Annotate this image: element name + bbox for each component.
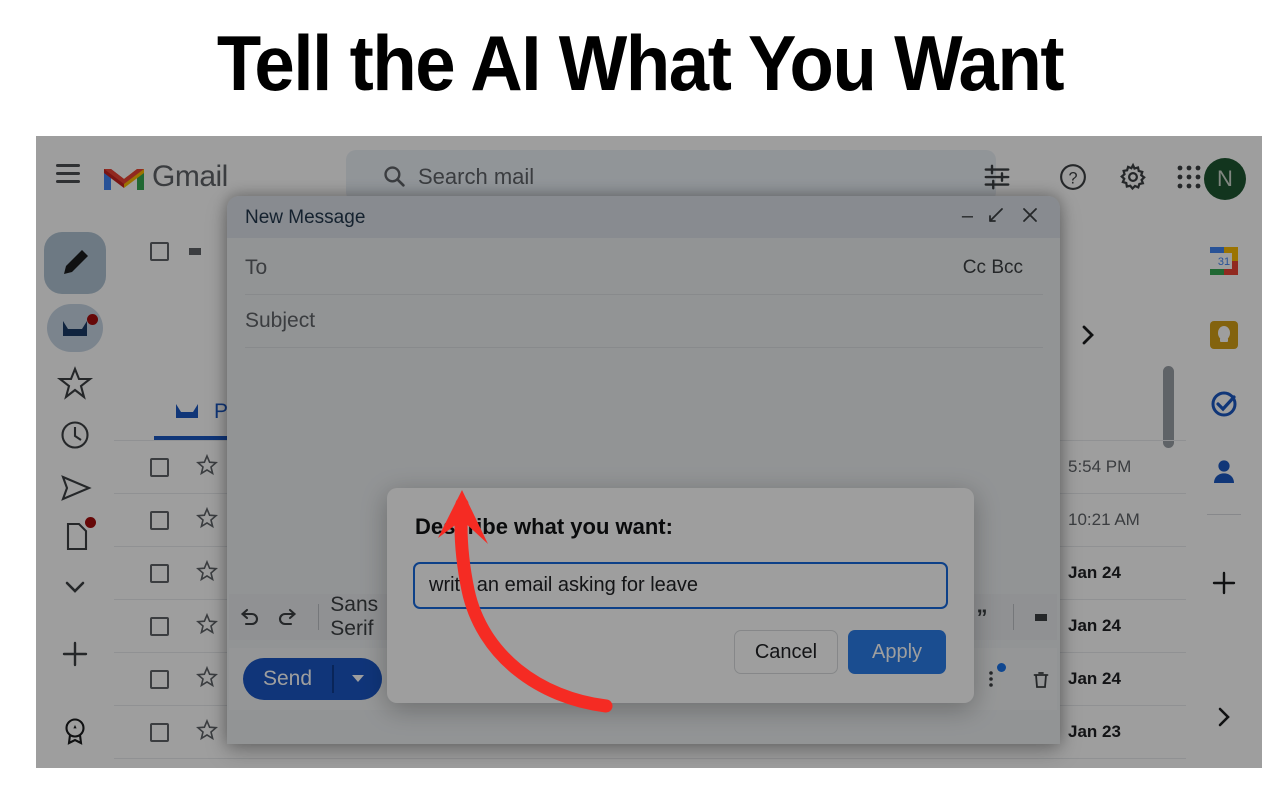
sidebar-item-manage-labels[interactable]	[44, 706, 106, 754]
send-options-chevron-down-icon[interactable]	[334, 670, 382, 688]
sidebar-item-snoozed[interactable]	[44, 410, 106, 458]
get-addons-plus-icon[interactable]	[1207, 566, 1241, 600]
left-nav-rail	[36, 214, 114, 768]
google-keep-icon[interactable]	[1207, 318, 1241, 352]
divider	[1207, 514, 1241, 515]
sidebar-item-starred[interactable]	[44, 357, 106, 405]
drafts-unread-dot	[85, 517, 96, 528]
calendar-day-label: 31	[1218, 256, 1230, 268]
apply-button[interactable]: Apply	[848, 630, 946, 674]
row-time: Jan 24	[1068, 563, 1121, 582]
help-icon[interactable]: ?	[1058, 162, 1088, 197]
cc-button[interactable]: Cc	[963, 257, 986, 278]
avatar[interactable]: N	[1204, 158, 1246, 200]
undo-icon[interactable]	[229, 594, 268, 640]
row-checkbox[interactable]	[150, 457, 169, 477]
row-checkbox[interactable]	[150, 722, 169, 742]
chevron-right-icon[interactable]	[1076, 322, 1098, 353]
gmail-screenshot: Gmail Search mail ? N 5:54 PM 10:21 AM J…	[36, 136, 1262, 768]
row-time: 10:21 AM	[1068, 510, 1140, 529]
more-options-badge	[997, 663, 1007, 672]
send-button[interactable]: Send	[243, 658, 382, 700]
star-icon[interactable]	[195, 559, 219, 588]
star-icon[interactable]	[195, 453, 219, 482]
list-scrollbar-thumb[interactable]	[1163, 366, 1174, 448]
to-label: To	[245, 256, 268, 279]
sidebar-item-drafts[interactable]	[44, 511, 106, 559]
row-checkbox[interactable]	[150, 616, 169, 636]
sidebar-item-sent[interactable]	[44, 463, 106, 511]
inbox-tab-icon	[176, 404, 198, 418]
row-time: Jan 23	[1068, 722, 1121, 741]
subject-field[interactable]: Subject	[245, 295, 1043, 348]
divider	[1013, 604, 1014, 630]
describe-prompt-dialog: Describe what you want: Cancel Apply	[387, 488, 974, 703]
sidebar-item-new-label[interactable]	[44, 629, 106, 677]
inbox-unread-dot	[87, 314, 98, 325]
more-options-icon[interactable]	[975, 662, 1007, 696]
divider	[318, 604, 320, 630]
row-checkbox[interactable]	[150, 563, 169, 583]
send-button-label: Send	[263, 667, 313, 690]
hamburger-menu-icon[interactable]	[56, 164, 80, 183]
dialog-title: Describe what you want:	[415, 514, 673, 539]
row-time: Jan 24	[1068, 669, 1121, 688]
bcc-button[interactable]: Bcc	[991, 257, 1023, 278]
row-checkbox[interactable]	[150, 669, 169, 689]
to-field[interactable]: To Cc Bcc	[245, 242, 1043, 295]
star-icon[interactable]	[195, 665, 219, 694]
search-input-placeholder[interactable]: Search mail	[418, 164, 534, 190]
redo-icon[interactable]	[268, 594, 307, 640]
compose-title-bar: New Message –	[227, 196, 1060, 238]
compose-title: New Message	[245, 207, 366, 228]
table-row[interactable]: Jan 23	[114, 758, 1186, 768]
describe-prompt-input[interactable]	[413, 562, 948, 609]
row-time: 5:54 PM	[1068, 457, 1132, 476]
settings-gear-icon[interactable]	[1118, 162, 1148, 197]
google-contacts-icon[interactable]	[1207, 454, 1241, 488]
page-title: Tell the AI What You Want	[216, 19, 1065, 107]
star-icon[interactable]	[195, 506, 219, 535]
gmail-logo-icon	[102, 160, 146, 192]
right-side-panel: 31	[1186, 214, 1262, 768]
expand-side-panel-icon[interactable]	[1207, 700, 1241, 734]
chevron-down-icon[interactable]	[189, 248, 201, 255]
google-tasks-icon[interactable]	[1207, 386, 1241, 420]
close-button[interactable]	[1020, 205, 1040, 231]
sidebar-item-inbox[interactable]	[44, 304, 106, 352]
svg-text:?: ?	[1068, 169, 1077, 187]
exit-full-screen-button[interactable]	[986, 205, 1006, 231]
gmail-app-name: Gmail	[152, 160, 228, 193]
row-time: Jan 24	[1068, 616, 1121, 635]
search-icon	[382, 164, 407, 194]
filter-options-icon[interactable]	[982, 162, 1012, 197]
toolbar-more-chevron-down-icon[interactable]	[1025, 594, 1057, 640]
google-calendar-icon[interactable]: 31	[1207, 244, 1241, 278]
subject-label: Subject	[245, 309, 316, 332]
discard-draft-icon[interactable]	[1026, 662, 1057, 696]
minimize-button[interactable]: –	[962, 205, 973, 228]
sidebar-item-more[interactable]	[44, 562, 106, 610]
star-icon[interactable]	[195, 718, 219, 747]
star-icon[interactable]	[195, 612, 219, 641]
google-apps-grid-icon[interactable]	[1176, 164, 1202, 195]
cancel-button[interactable]: Cancel	[734, 630, 838, 674]
select-all-checkbox[interactable]	[150, 242, 169, 261]
compose-button[interactable]	[44, 232, 106, 294]
svg-text:”: ”	[977, 605, 988, 629]
row-checkbox[interactable]	[150, 510, 169, 530]
